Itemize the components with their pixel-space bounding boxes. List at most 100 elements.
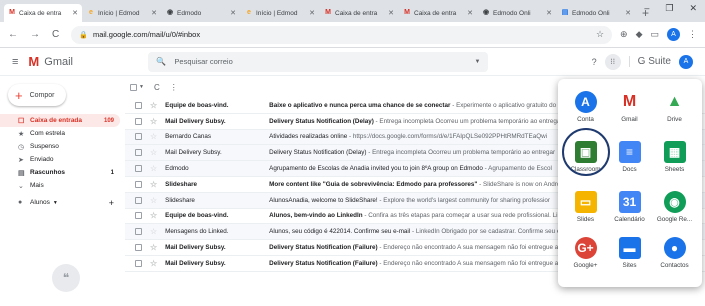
star-icon[interactable]: ☆ (150, 259, 157, 268)
row-checkbox[interactable] (135, 133, 142, 141)
sidebar-item-icon: ◷ (18, 143, 25, 151)
star-icon[interactable]: ☆ (150, 164, 157, 173)
row-checkbox[interactable] (135, 244, 142, 252)
app-tile[interactable]: G+ Google+ (563, 237, 608, 269)
search-icon[interactable]: 🔍 (156, 57, 166, 66)
sidebar-item[interactable]: ◷ Suspenso (0, 140, 120, 153)
chat-user[interactable]: ● Alunos ▼ + (0, 196, 120, 209)
url-field[interactable]: 🔒 mail.google.com/mail/u/0/#inbox ☆ (71, 25, 613, 44)
email-sender: Equipe de boas-vind. (165, 101, 229, 109)
browser-tab[interactable]: M Caixa de entra ✕ (399, 4, 477, 22)
zoom-icon[interactable]: ⊕ (620, 29, 628, 40)
app-tile[interactable]: A Conta (563, 91, 608, 123)
app-tile[interactable]: 31 Calendário (607, 191, 652, 223)
browser-tab[interactable]: ▤ Edmodo Onli ✕ (557, 4, 635, 22)
email-sender: Edmodo (165, 165, 189, 173)
app-tile[interactable]: ▲ Drive (652, 91, 697, 123)
back-icon[interactable]: ← (8, 29, 18, 40)
app-label: Drive (667, 116, 682, 123)
row-checkbox[interactable] (135, 228, 142, 236)
cast-icon[interactable]: ▭ (650, 29, 659, 40)
row-checkbox[interactable] (135, 212, 142, 220)
search-options-icon[interactable]: ▼ (474, 59, 480, 65)
star-icon[interactable]: ☆ (150, 117, 157, 126)
profile-avatar[interactable]: A (667, 28, 680, 41)
app-tile[interactable]: ▦ Sheets (652, 141, 697, 173)
app-tile[interactable]: M Gmail (607, 91, 652, 123)
email-sender: Bernardo Canas (165, 133, 212, 141)
star-icon[interactable]: ☆ (150, 196, 157, 205)
app-icon: ● (663, 237, 686, 259)
star-icon[interactable]: ☆ (150, 101, 157, 110)
sidebar-item[interactable]: ⌄ Mais (0, 179, 120, 192)
star-icon[interactable]: ☆ (150, 227, 157, 236)
close-tab-icon[interactable]: ✕ (72, 9, 78, 17)
lock-icon: 🔒 (79, 31, 88, 39)
app-icon: ◉ (663, 191, 686, 213)
email-subject: More content like "Guia de sobrevivência… (269, 180, 478, 188)
bookmark-star-icon[interactable]: ☆ (596, 29, 604, 40)
app-tile[interactable]: ▭ Slides (563, 191, 608, 223)
select-all-checkbox[interactable]: ▼ (130, 83, 144, 91)
gmail-logo[interactable]: M Gmail (28, 54, 118, 69)
sidebar-item[interactable]: ☐ Caixa de entrada 109 (0, 114, 120, 127)
app-tile[interactable]: ▬ Sites (607, 237, 652, 269)
browser-tab[interactable]: ◉ Edmodo ✕ (162, 4, 240, 22)
email-snippet: - Entrega incompleta Ocorreu um problema… (366, 149, 556, 157)
close-tab-icon[interactable]: ✕ (230, 9, 236, 17)
email-subject: Atividades realizadas online (269, 133, 348, 141)
row-checkbox[interactable] (135, 149, 142, 157)
compose-button[interactable]: + Compor (8, 84, 66, 106)
app-tile[interactable]: ◉ Google Re... (652, 191, 697, 223)
add-chat-button[interactable]: + (109, 198, 114, 208)
search-input[interactable]: 🔍 Pesquisar correio ▼ (148, 51, 489, 72)
email-snippet: - Agrupamento de Escol (482, 165, 552, 173)
tab-title: Edmodo Onli (493, 9, 531, 17)
browser-menu-icon[interactable]: ⋮ (688, 29, 697, 40)
row-checkbox[interactable] (135, 101, 142, 109)
gmail-header: ≡ M Gmail 🔍 Pesquisar correio ▼ ? ⁝⁝ G S… (0, 48, 705, 76)
email-subject: AlunosAnadia, welcome to SlideShare! (269, 196, 378, 204)
star-icon[interactable]: ☆ (150, 132, 157, 141)
browser-tab[interactable]: e Início | Edmod ✕ (241, 4, 319, 22)
app-tile[interactable]: ● Contactos (652, 237, 697, 269)
sidebar-item[interactable]: ➤ Enviado (0, 153, 120, 166)
close-tab-icon[interactable]: ✕ (309, 9, 315, 17)
sidebar-item[interactable]: ★ Com estrela (0, 127, 120, 140)
more-options-icon[interactable]: ⋮ (170, 83, 178, 92)
browser-tab[interactable]: M Caixa de entra ✕ (4, 4, 82, 22)
minimize-icon[interactable]: – (644, 3, 649, 14)
main-menu-icon[interactable]: ≡ (12, 56, 18, 68)
row-checkbox[interactable] (135, 180, 142, 188)
close-tab-icon[interactable]: ✕ (625, 9, 631, 17)
star-icon[interactable]: ☆ (150, 148, 157, 157)
star-icon[interactable]: ☆ (150, 211, 157, 220)
sidebar-item[interactable]: ▤ Rascunhos 1 (0, 166, 120, 179)
reload-icon[interactable]: C (52, 29, 59, 40)
forward-icon[interactable]: → (30, 29, 40, 40)
apps-grid-icon[interactable]: ⁝⁝ (604, 53, 621, 70)
browser-tab[interactable]: M Caixa de entra ✕ (320, 4, 398, 22)
account-avatar[interactable]: A (679, 54, 693, 69)
star-icon[interactable]: ☆ (150, 243, 157, 252)
row-checkbox[interactable] (135, 117, 142, 125)
browser-tab[interactable]: ◉ Edmodo Onli ✕ (478, 4, 556, 22)
sidebar-item-icon: ☐ (18, 117, 25, 125)
row-checkbox[interactable] (135, 196, 142, 204)
close-tab-icon[interactable]: ✕ (151, 9, 157, 17)
hangouts-icon[interactable]: ❝ (52, 264, 80, 292)
row-checkbox[interactable] (135, 165, 142, 173)
close-tab-icon[interactable]: ✕ (388, 9, 394, 17)
sidebar-item-label: Suspenso (30, 143, 59, 150)
close-tab-icon[interactable]: ✕ (546, 9, 552, 17)
star-icon[interactable]: ☆ (150, 180, 157, 189)
restore-icon[interactable]: ❐ (665, 3, 673, 14)
row-checkbox[interactable] (135, 259, 142, 267)
close-tab-icon[interactable]: ✕ (467, 9, 473, 17)
browser-tab[interactable]: e Início | Edmod ✕ (83, 4, 161, 22)
app-tile[interactable]: ≡ Docs (607, 141, 652, 173)
close-window-icon[interactable]: ✕ (689, 3, 697, 14)
refresh-icon[interactable]: C (154, 83, 160, 92)
help-icon[interactable]: ? (592, 57, 597, 67)
extension-icon[interactable]: ◆ (636, 29, 643, 40)
